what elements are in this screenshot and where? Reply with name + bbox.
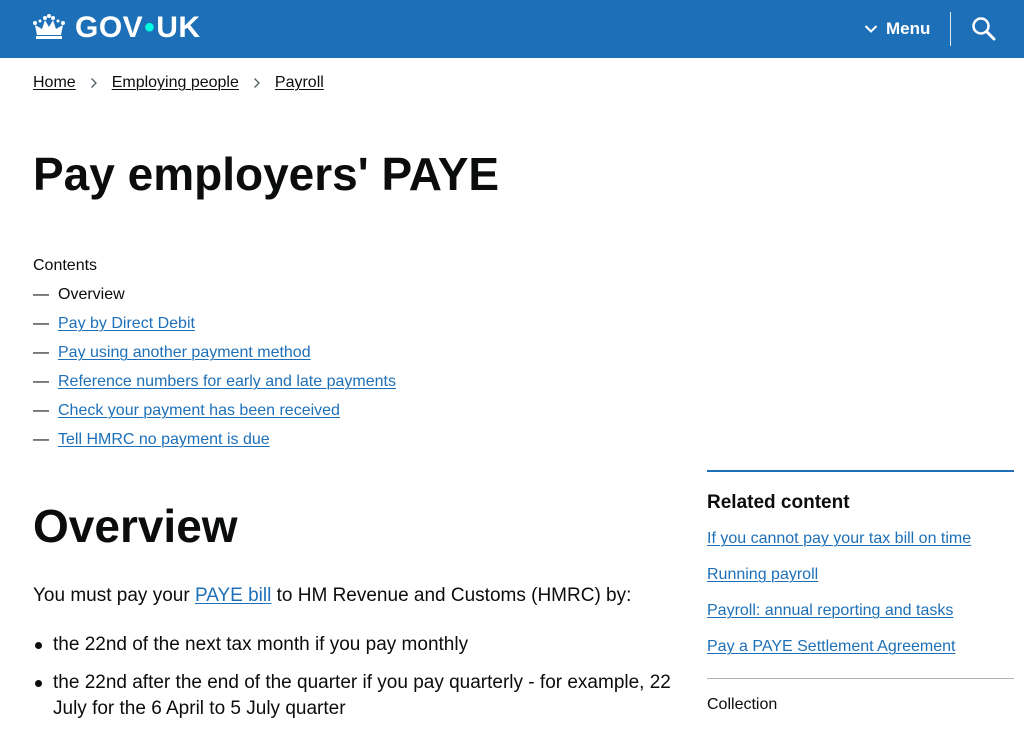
logo-text-gov: GOV xyxy=(75,11,144,44)
contents-item-overview: — Overview xyxy=(33,286,396,315)
related-link-annual-reporting[interactable]: Payroll: annual reporting and tasks xyxy=(707,602,953,619)
related-links-list: If you cannot pay your tax bill on time … xyxy=(707,530,1014,674)
overview-intro: You must pay your PAYE bill to HM Revenu… xyxy=(33,585,673,607)
contents-dash: — xyxy=(33,373,49,390)
related-item: Pay a PAYE Settlement Agreement xyxy=(707,638,1014,674)
search-icon xyxy=(972,17,996,41)
contents-item: — Pay using another payment method xyxy=(33,344,396,373)
crown-icon xyxy=(33,14,65,39)
contents-item: — Reference numbers for early and late p… xyxy=(33,373,396,402)
contents-item: — Check your payment has been received xyxy=(33,402,396,431)
intro-text-after: to HM Revenue and Customs (HMRC) by: xyxy=(271,585,632,606)
related-link-cannot-pay[interactable]: If you cannot pay your tax bill on time xyxy=(707,530,971,547)
contents-link-reference-numbers[interactable]: Reference numbers for early and late pay… xyxy=(58,373,396,391)
chevron-down-icon xyxy=(864,25,878,33)
overview-heading: Overview xyxy=(33,500,238,552)
related-content-title: Related content xyxy=(707,492,850,513)
list-item: the 22nd of the next tax month if you pa… xyxy=(33,632,673,658)
chevron-right-icon xyxy=(90,78,97,88)
collection-label: Collection xyxy=(707,696,778,713)
breadcrumb-employing-people[interactable]: Employing people xyxy=(112,74,239,92)
govuk-logo-link[interactable]: GOV•UK xyxy=(33,10,201,46)
breadcrumb-payroll[interactable]: Payroll xyxy=(275,74,324,92)
page-title: Pay employers' PAYE xyxy=(33,148,500,200)
contents-current-label: Overview xyxy=(58,286,125,303)
contents-dash: — xyxy=(33,344,49,361)
list-item: the 22nd after the end of the quarter if… xyxy=(33,670,673,722)
header-divider xyxy=(950,12,951,46)
site-header: GOV•UK Menu xyxy=(0,0,1024,58)
contents-link-direct-debit[interactable]: Pay by Direct Debit xyxy=(58,315,195,333)
contents-list: — Overview — Pay by Direct Debit — Pay u… xyxy=(33,286,396,460)
breadcrumb-home[interactable]: Home xyxy=(33,74,76,92)
contents-link-no-payment-due[interactable]: Tell HMRC no payment is due xyxy=(58,431,270,449)
logo-text-uk: UK xyxy=(156,11,201,44)
related-item: Running payroll xyxy=(707,566,1014,602)
contents-dash: — xyxy=(33,286,49,303)
contents-link-another-method[interactable]: Pay using another payment method xyxy=(58,344,311,362)
related-link-settlement-agreement[interactable]: Pay a PAYE Settlement Agreement xyxy=(707,638,955,655)
related-item: Payroll: annual reporting and tasks xyxy=(707,602,1014,638)
contents-label: Contents xyxy=(33,257,98,274)
contents-dash: — xyxy=(33,402,49,419)
menu-label: Menu xyxy=(886,19,931,38)
related-link-running-payroll[interactable]: Running payroll xyxy=(707,566,818,583)
contents-item: — Pay by Direct Debit xyxy=(33,315,396,344)
search-button[interactable] xyxy=(970,15,998,43)
menu-button[interactable]: Menu xyxy=(864,14,930,44)
sidebar-top-rule xyxy=(707,470,1014,472)
breadcrumb: Home Employing people Payroll xyxy=(33,74,324,92)
logo-wordmark: GOV•UK xyxy=(75,13,201,43)
contents-dash: — xyxy=(33,315,49,332)
contents-item: — Tell HMRC no payment is due xyxy=(33,431,396,460)
contents-dash: — xyxy=(33,431,49,448)
contents-link-check-payment[interactable]: Check your payment has been received xyxy=(58,402,340,420)
related-item: If you cannot pay your tax bill on time xyxy=(707,530,1014,566)
sidebar-divider xyxy=(707,678,1014,679)
logo-dot: • xyxy=(144,11,156,44)
payment-deadlines-list: the 22nd of the next tax month if you pa… xyxy=(33,632,673,734)
related-content-sidebar: Related content If you cannot pay your t… xyxy=(707,470,1014,714)
paye-bill-link[interactable]: PAYE bill xyxy=(195,585,271,606)
intro-text-before: You must pay your xyxy=(33,585,195,606)
chevron-right-icon xyxy=(253,78,260,88)
